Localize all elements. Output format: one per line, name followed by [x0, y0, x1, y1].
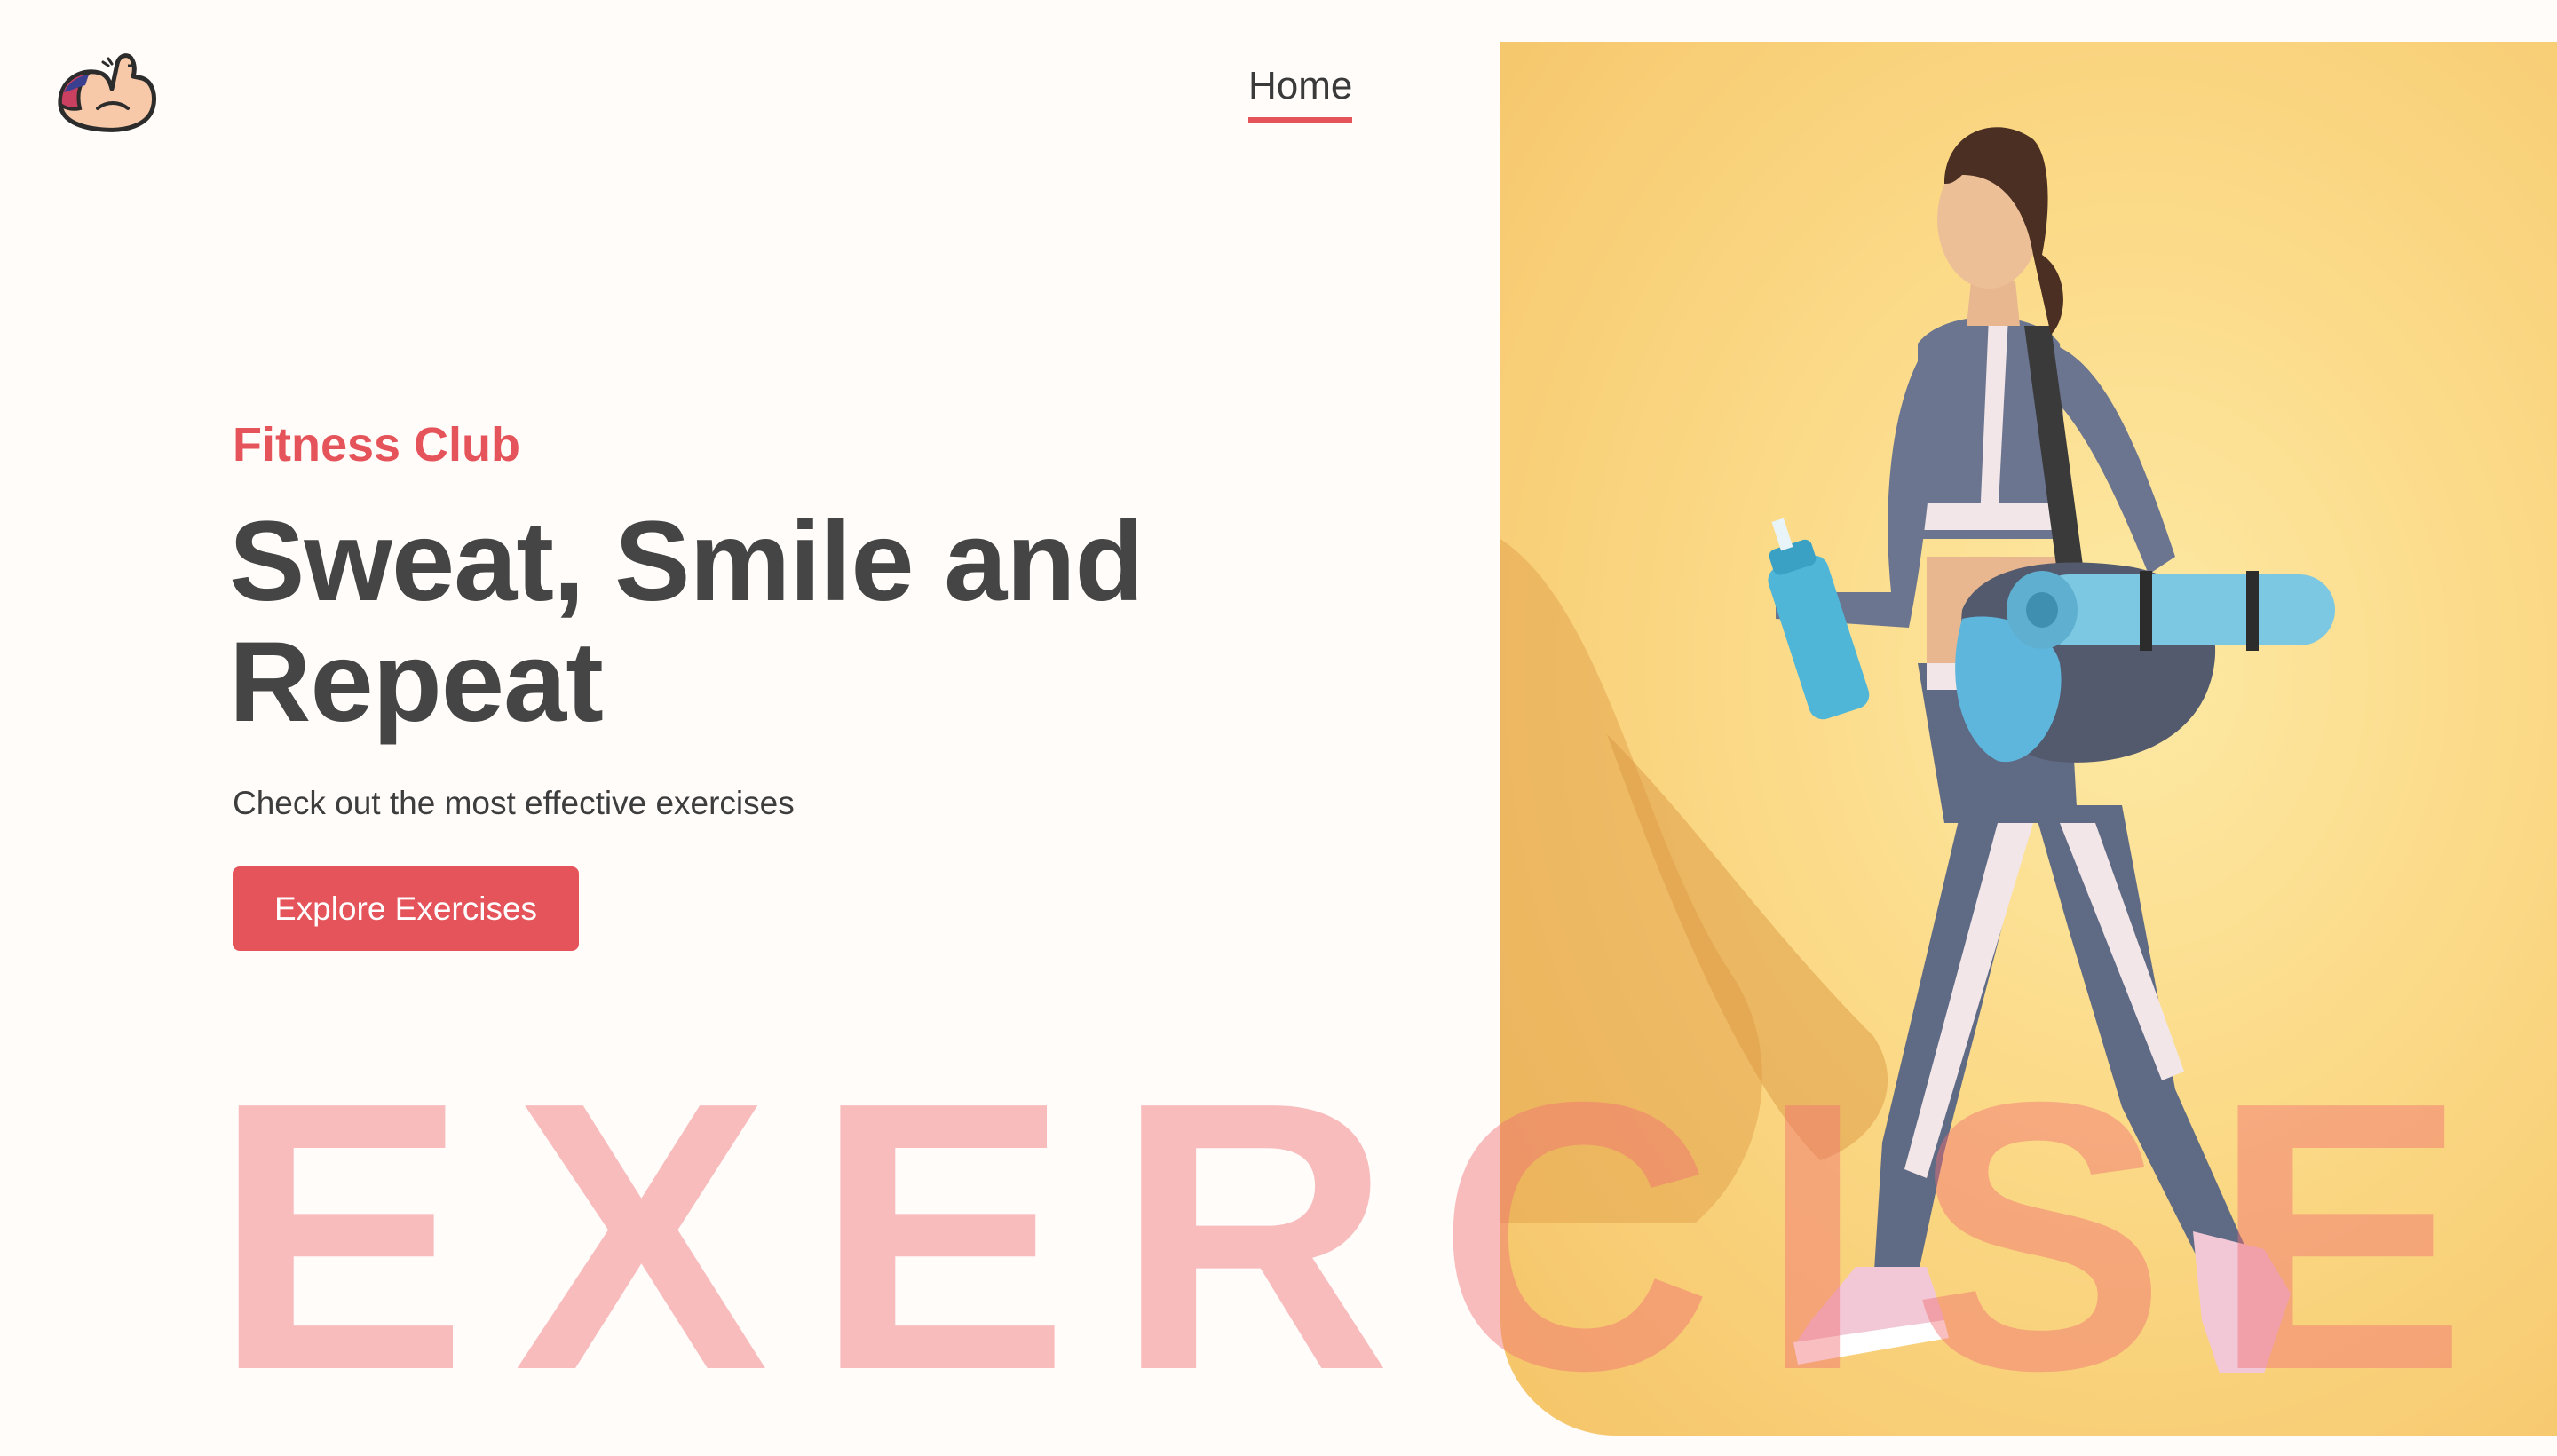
flexed-bicep-icon[interactable] — [53, 46, 160, 135]
main-nav: Home — [1248, 64, 1353, 123]
hero-headline: Sweat, Smile and Repeat — [229, 502, 1383, 743]
nav-home-link[interactable]: Home — [1248, 64, 1353, 123]
hero-photo — [1500, 42, 2557, 1436]
headline-line-2: Repeat — [229, 619, 604, 746]
hero-subtitle: Check out the most effective exercises — [233, 785, 795, 821]
landing-page: Home Fitness Club Sweat, Smile and Repea… — [0, 0, 2557, 1456]
hero-eyebrow: Fitness Club — [233, 418, 521, 471]
headline-line-1: Sweat, Smile and — [229, 498, 1144, 625]
explore-exercises-button[interactable]: Explore Exercises — [233, 866, 579, 951]
